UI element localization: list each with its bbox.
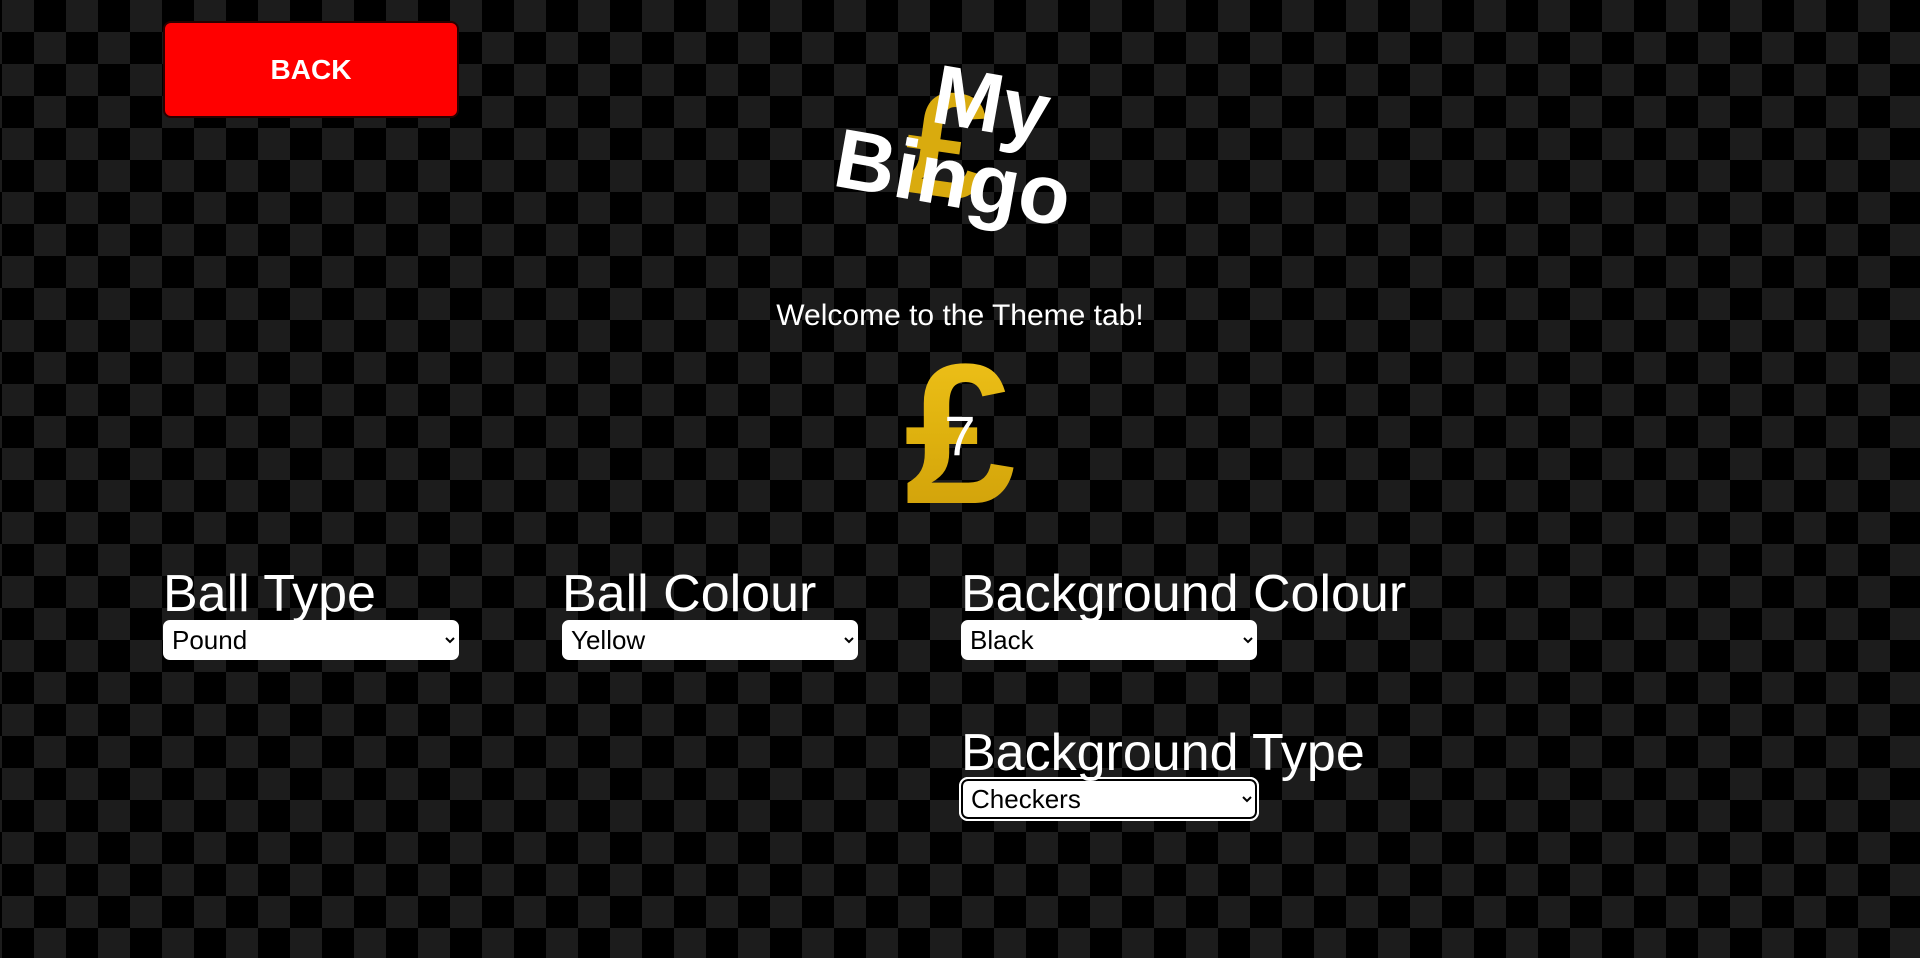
ball-type-select[interactable]: Pound xyxy=(163,620,459,660)
logo-text: My Bingo xyxy=(808,35,1112,245)
background-colour-setting: Background Colour Black xyxy=(961,565,1407,660)
ball-number: 7 xyxy=(944,404,976,467)
background-colour-select[interactable]: Black xyxy=(961,620,1257,660)
ball-colour-setting: Ball Colour Yellow xyxy=(562,566,862,660)
background-type-select[interactable]: Checkers xyxy=(959,777,1259,821)
ball-colour-select[interactable]: Yellow xyxy=(562,620,858,660)
ball-type-setting: Ball Type Pound xyxy=(163,566,463,660)
ball-colour-label: Ball Colour xyxy=(562,565,817,623)
background-type-setting: Background Type Checkers xyxy=(959,724,1365,821)
ball-type-label: Ball Type xyxy=(163,565,376,623)
background-colour-label: Background Colour xyxy=(961,565,1407,623)
back-button[interactable]: BACK xyxy=(163,21,459,118)
logo: £ My Bingo xyxy=(820,47,1100,270)
ball-preview: £ 7 xyxy=(880,335,1040,535)
background-type-label: Background Type xyxy=(961,724,1365,782)
